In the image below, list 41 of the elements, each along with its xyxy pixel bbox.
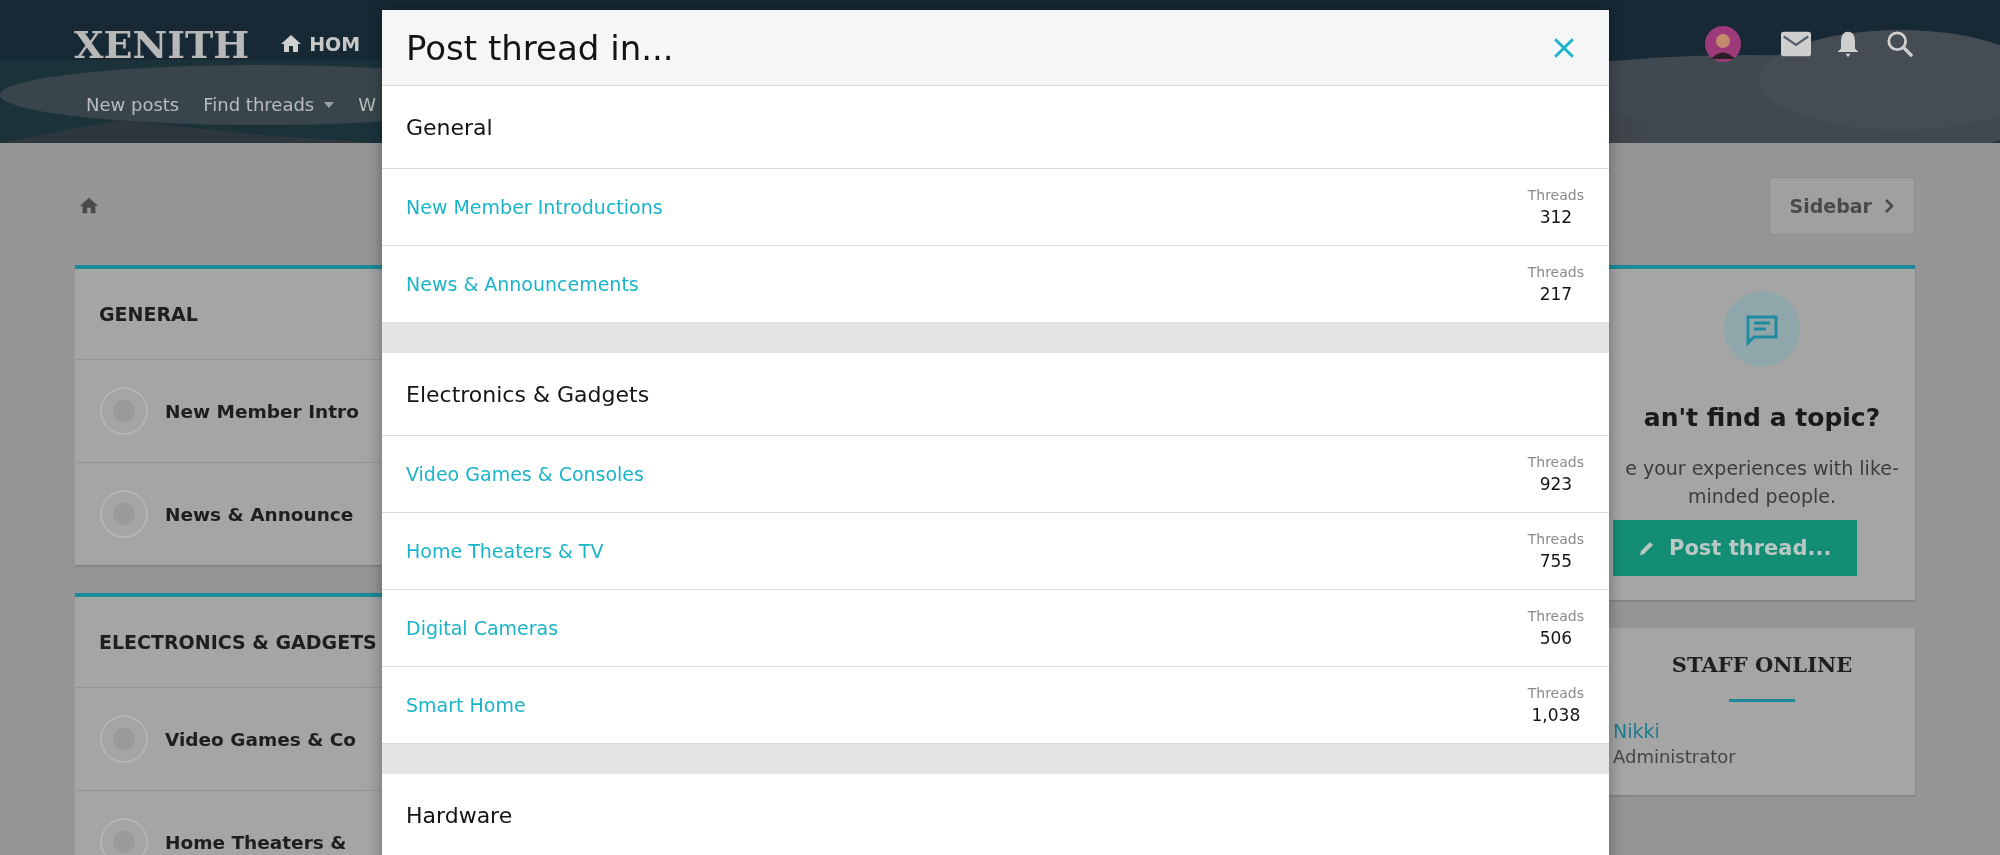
- forum-status-icon: [99, 714, 149, 764]
- stat-label: Threads: [1527, 531, 1584, 547]
- cta-heading: an't find a topic?: [1643, 403, 1881, 432]
- section-title: General: [406, 114, 493, 140]
- pencil-icon: [1639, 540, 1655, 556]
- thread-count: 217: [1539, 284, 1573, 304]
- nav-tab[interactable]: HOM: [279, 32, 361, 56]
- sub-nav-link[interactable]: Find threads: [203, 94, 335, 115]
- sub-nav-link[interactable]: W: [358, 94, 377, 115]
- section-title: Hardware: [406, 802, 513, 828]
- stat-label: Threads: [1527, 685, 1584, 701]
- sidebar-button[interactable]: Sidebar: [1768, 177, 1915, 235]
- thread-count: 1,038: [1531, 705, 1581, 725]
- search-icon[interactable]: [1885, 30, 1915, 58]
- stat-label: Threads: [1527, 608, 1584, 624]
- member-role: Administrator: [1612, 746, 1737, 767]
- thread-count: 506: [1539, 628, 1573, 648]
- mail-icon[interactable]: [1781, 30, 1811, 58]
- thread-count: 923: [1539, 474, 1573, 494]
- stat-label: Threads: [1527, 187, 1584, 203]
- cta-text: e your experiences with like- minded people.: [1625, 456, 1899, 509]
- stat-label: Threads: [1527, 454, 1584, 470]
- thread-count: 312: [1539, 207, 1573, 227]
- section-title: Electronics & Gadgets: [406, 381, 650, 407]
- forum-link[interactable]: Home Theaters &: [165, 831, 347, 853]
- site-logo[interactable]: XENITH: [74, 21, 250, 67]
- chevron-icon: [1884, 198, 1894, 214]
- category-title: ELECTRONICS & GADGETS: [99, 631, 377, 653]
- category-title: GENERAL: [99, 303, 198, 325]
- sub-nav-link[interactable]: New posts: [86, 94, 180, 115]
- modal-title: Post thread in...: [406, 27, 674, 68]
- forum-status-icon: [99, 386, 149, 436]
- forum-link[interactable]: Video Games & Co: [165, 728, 357, 750]
- forum-status-icon: [99, 489, 149, 539]
- chat-icon: [1724, 291, 1800, 367]
- thread-count: 755: [1539, 551, 1573, 571]
- forum-link[interactable]: New Member Intro: [165, 400, 359, 422]
- stat-label: Threads: [1527, 264, 1584, 280]
- avatar-icon[interactable]: [1705, 26, 1741, 62]
- forum-link[interactable]: News & Announce: [165, 503, 354, 525]
- staff-title: STAFF ONLINE: [1671, 652, 1853, 677]
